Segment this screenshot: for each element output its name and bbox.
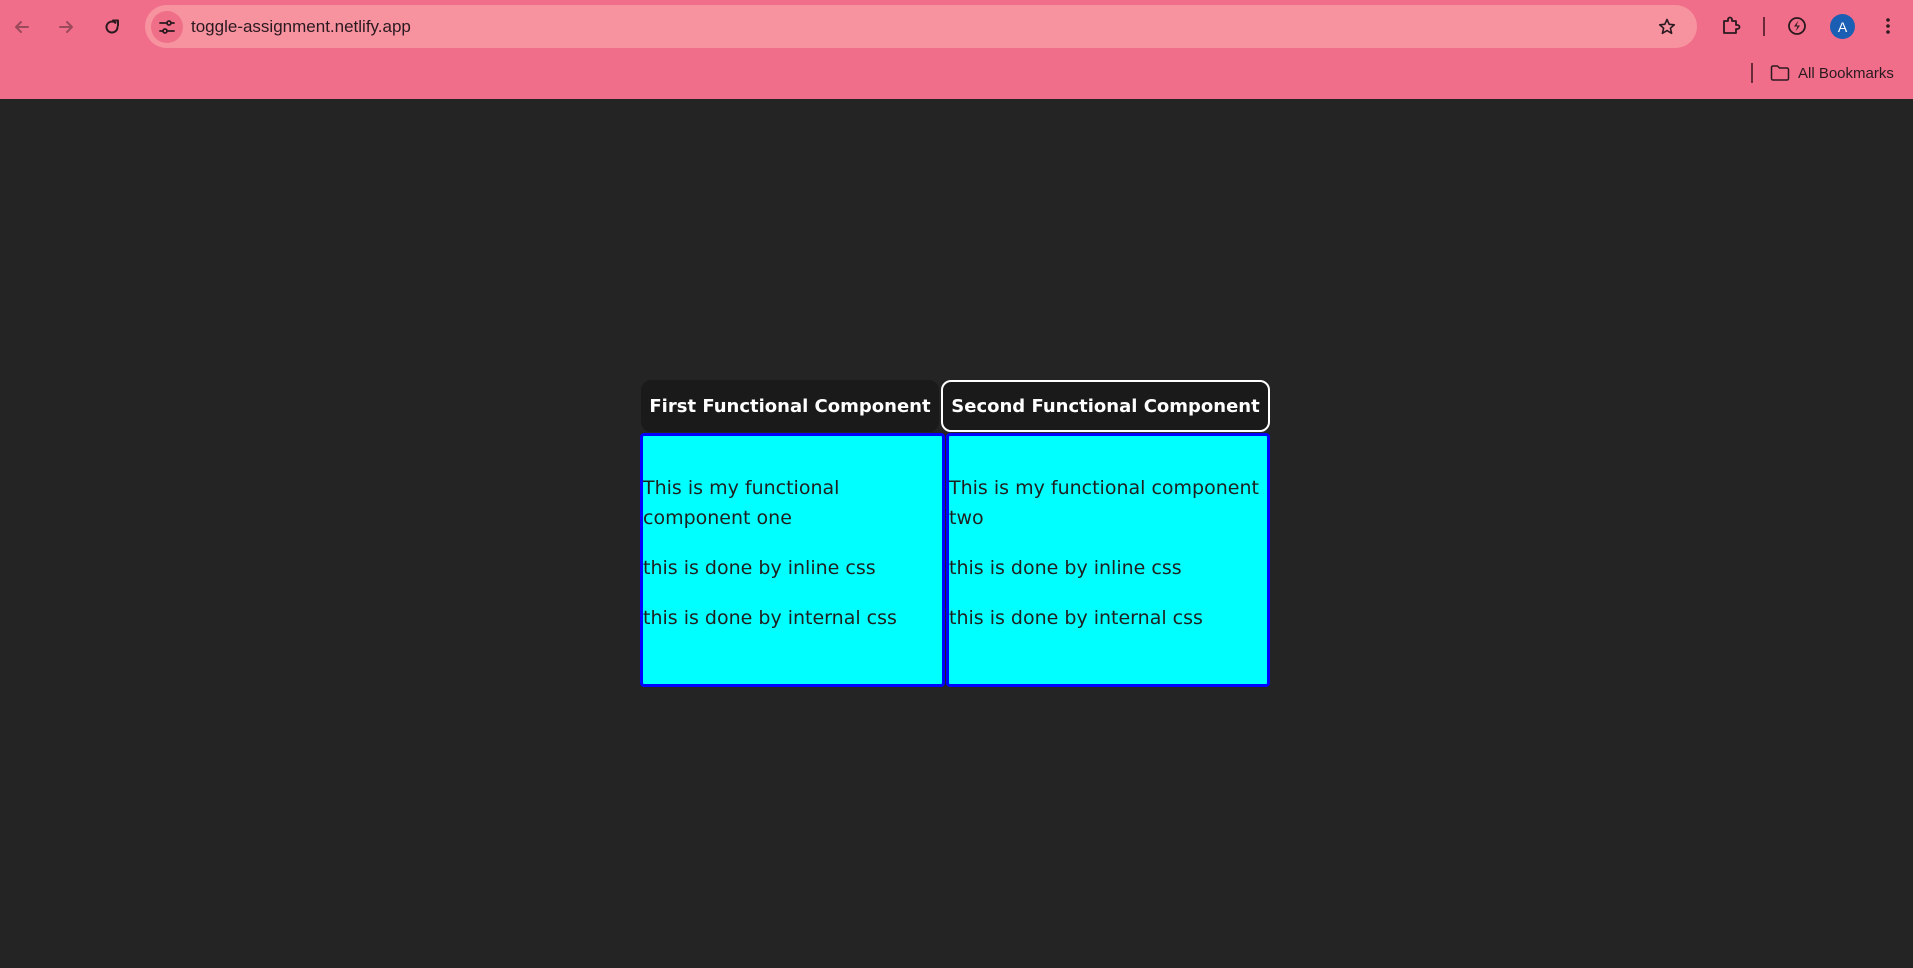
back-button[interactable] — [5, 10, 39, 44]
performance-button[interactable] — [1783, 12, 1811, 40]
panel-text-title: This is my functional component one — [643, 477, 840, 529]
all-bookmarks-label: All Bookmarks — [1798, 64, 1894, 82]
folder-icon — [1770, 65, 1790, 81]
address-bar[interactable]: toggle-assignment.netlify.app — [145, 5, 1697, 48]
forward-button[interactable] — [49, 10, 83, 44]
reload-button[interactable] — [95, 10, 129, 44]
browser-menu-button[interactable] — [1874, 12, 1902, 40]
bookmark-star-button[interactable] — [1655, 15, 1679, 39]
toolbar-divider — [1763, 17, 1765, 36]
all-bookmarks-button[interactable]: All Bookmarks — [1770, 62, 1894, 84]
panel-text-inline-css: this is done by inline css — [949, 557, 1182, 579]
tab-second-functional-component[interactable]: Second Functional Component — [941, 380, 1270, 432]
tab-first-functional-component[interactable]: First Functional Component — [641, 380, 939, 432]
panel-text-internal-css: this is done by internal css — [949, 607, 1203, 629]
kebab-menu-icon — [1886, 18, 1890, 34]
reload-icon — [105, 19, 119, 34]
extensions-button[interactable] — [1717, 12, 1745, 40]
lightning-icon — [1788, 17, 1806, 35]
panel-text-internal-css: this is done by internal css — [643, 607, 897, 629]
panel-text-title: This is my functional component two — [949, 477, 1259, 529]
component-two-panel: This is my functional component two this… — [946, 433, 1270, 687]
panel-text-inline-css: this is done by inline css — [643, 557, 876, 579]
bookmarks-divider — [1751, 63, 1753, 83]
star-icon — [1658, 18, 1676, 35]
site-info-button[interactable] — [151, 11, 183, 43]
forward-arrow-icon — [59, 21, 73, 33]
puzzle-icon — [1723, 16, 1741, 34]
back-arrow-icon — [15, 21, 29, 33]
profile-avatar[interactable]: A — [1830, 14, 1855, 39]
url-text[interactable]: toggle-assignment.netlify.app — [191, 17, 411, 37]
browser-toolbar: toggle-assignment.netlify.app A All Book — [0, 0, 1913, 99]
component-one-panel: This is my functional component one this… — [640, 433, 945, 687]
tune-icon — [159, 20, 175, 34]
